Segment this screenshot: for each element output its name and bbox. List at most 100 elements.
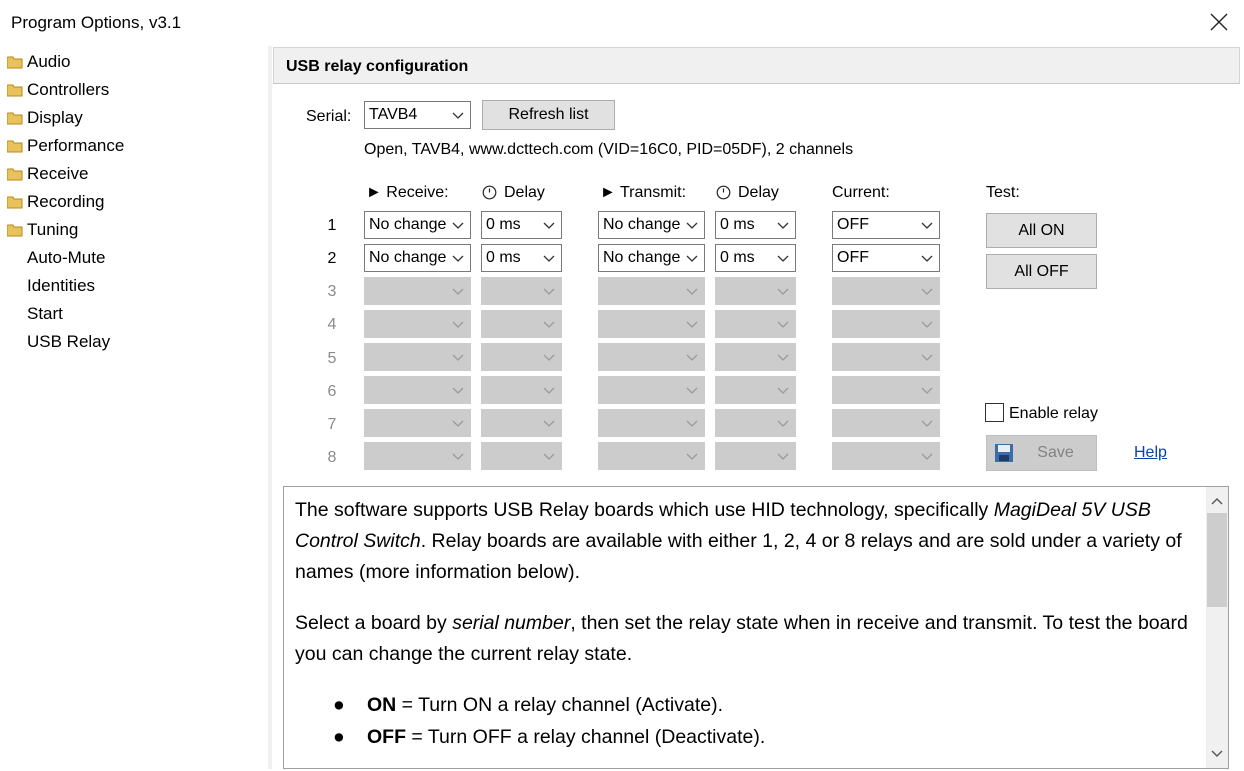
sidebar-item-auto-mute[interactable]: Auto-Mute [4, 245, 105, 271]
current-select [832, 442, 940, 470]
receive-delay-select[interactable]: 0 ms [481, 211, 562, 239]
scroll-down-icon[interactable] [1206, 744, 1228, 764]
transmit-select [598, 310, 705, 338]
folder-icon [7, 112, 23, 124]
help-bullet-list: ● ON = Turn ON a relay channel (Activate)… [295, 690, 1195, 754]
sidebar-item-recording[interactable]: Recording [4, 189, 105, 215]
sidebar-item-display[interactable]: Display [4, 105, 83, 131]
receive-value: No change [369, 249, 447, 266]
chevron-down-icon [452, 453, 464, 460]
section-header: USB relay configuration [273, 47, 1240, 84]
transmit-select[interactable]: No change [598, 211, 705, 239]
save-button[interactable]: Save [986, 435, 1097, 471]
help-paragraph: Select a board by serial number, then se… [295, 608, 1195, 670]
transmit-delay-select [715, 277, 796, 305]
chevron-down-icon [777, 321, 789, 328]
sidebar-item-start[interactable]: Start [4, 301, 63, 327]
chevron-down-icon [777, 255, 789, 262]
chevron-down-icon [452, 354, 464, 361]
all-off-button[interactable]: All OFF [986, 254, 1097, 289]
enable-relay-checkbox[interactable] [985, 403, 1004, 422]
chevron-down-icon [686, 387, 698, 394]
transmit-delay-select [715, 442, 796, 470]
chevron-down-icon [452, 112, 464, 119]
receive-select [364, 310, 471, 338]
row-number: 2 [327, 250, 337, 267]
current-select[interactable]: OFF [832, 244, 940, 272]
all-on-button[interactable]: All ON [986, 213, 1097, 248]
chevron-down-icon [686, 453, 698, 460]
current-select [832, 277, 940, 305]
receive-delay-select [481, 409, 562, 437]
current-select [832, 409, 940, 437]
current-select[interactable]: OFF [832, 211, 940, 239]
vertical-scrollbar[interactable] [1206, 487, 1228, 768]
row-number: 6 [327, 383, 337, 400]
folder-icon [7, 84, 23, 96]
folder-icon [7, 224, 23, 236]
clock-icon [716, 185, 731, 200]
transmit-delay-select[interactable]: 0 ms [715, 211, 796, 239]
sidebar-item-label: Tuning [27, 220, 79, 239]
help-text-box[interactable]: The software supports USB Relay boards w… [283, 486, 1229, 769]
chevron-down-icon [686, 354, 698, 361]
sidebar-item-tuning[interactable]: Tuning [4, 217, 78, 243]
sidebar-item-controllers[interactable]: Controllers [4, 77, 109, 103]
chevron-down-icon [452, 321, 464, 328]
scrollbar-thumb[interactable] [1207, 513, 1227, 607]
folder-icon [7, 56, 23, 68]
transmit-delay-select[interactable]: 0 ms [715, 244, 796, 272]
help-paragraph: The software supports USB Relay boards w… [295, 495, 1195, 588]
current-select [832, 376, 940, 404]
current-value: OFF [837, 249, 869, 266]
receive-select[interactable]: No change [364, 211, 471, 239]
transmit-select[interactable]: No change [598, 244, 705, 272]
receive-delay-select [481, 310, 562, 338]
row-number: 3 [327, 283, 337, 300]
sidebar-item-label: Recording [27, 192, 105, 211]
bullet-term: OFF [367, 726, 406, 748]
row-number: 7 [327, 416, 337, 433]
serial-select[interactable]: TAVB4 [364, 101, 471, 129]
transmit-delay-header: Delay [738, 184, 779, 201]
serial-number-term: serial number [452, 612, 571, 634]
current-header: Current: [832, 184, 890, 201]
receive-select [364, 376, 471, 404]
chevron-down-icon [452, 387, 464, 394]
sidebar-item-usb-relay[interactable]: USB Relay [4, 329, 110, 355]
folder-icon [7, 196, 23, 208]
clock-icon [482, 185, 497, 200]
transmit-select [598, 442, 705, 470]
sidebar-item-performance[interactable]: Performance [4, 133, 124, 159]
transmit-delay-value: 0 ms [720, 249, 755, 266]
chevron-down-icon [543, 354, 555, 361]
chevron-down-icon [921, 255, 933, 262]
chevron-down-icon [921, 420, 933, 427]
close-icon[interactable] [1208, 9, 1230, 35]
chevron-down-icon [686, 321, 698, 328]
sidebar-item-receive[interactable]: Receive [4, 161, 88, 187]
scroll-up-icon[interactable] [1206, 491, 1228, 511]
chevron-down-icon [921, 354, 933, 361]
sidebar-item-audio[interactable]: Audio [4, 49, 70, 75]
transmit-header: ► Transmit: [600, 184, 687, 201]
refresh-list-button[interactable]: Refresh list [482, 100, 615, 130]
save-label: Save [1037, 444, 1074, 461]
bullet-text: = Turn ON a relay channel (Activate). [396, 694, 724, 716]
transmit-delay-select [715, 343, 796, 371]
transmit-delay-select [715, 310, 796, 338]
sidebar-item-identities[interactable]: Identities [4, 273, 95, 299]
receive-delay-select [481, 442, 562, 470]
current-value: OFF [837, 216, 869, 233]
chevron-down-icon [452, 255, 464, 262]
row-number: 8 [327, 449, 337, 466]
receive-delay-select[interactable]: 0 ms [481, 244, 562, 272]
sidebar-item-label: Identities [27, 276, 96, 295]
test-header: Test: [986, 184, 1020, 201]
receive-select [364, 409, 471, 437]
help-link[interactable]: Help [1134, 444, 1167, 462]
sidebar-item-label: Display [27, 108, 83, 127]
receive-select[interactable]: No change [364, 244, 471, 272]
chevron-down-icon [543, 222, 555, 229]
chevron-down-icon [452, 222, 464, 229]
